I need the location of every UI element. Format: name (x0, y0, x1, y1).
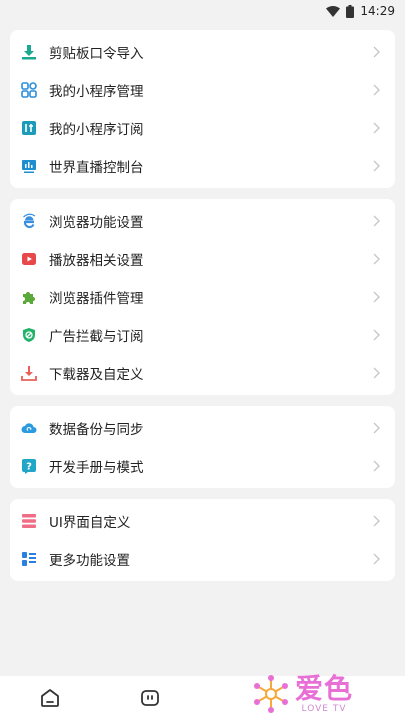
message-icon (141, 690, 159, 706)
settings-group-3: 数据备份与同步 ? 开发手册与模式 (10, 406, 395, 488)
settings-list: 剪贴板口令导入 我的小程序管理 我的小程序订阅 世界直播控制台 浏览器功能设置 … (0, 22, 405, 581)
menu-item-label: 播放器相关设置 (49, 253, 144, 269)
download-icon (20, 364, 38, 382)
status-time: 14:29 (360, 4, 395, 18)
shield-block-icon (20, 326, 38, 344)
chevron-right-icon (373, 84, 380, 96)
settings-group-1: 剪贴板口令导入 我的小程序管理 我的小程序订阅 世界直播控制台 (10, 30, 395, 188)
wifi-icon (326, 5, 341, 17)
help-question-icon: ? (20, 457, 38, 475)
menu-item-more-settings[interactable]: 更多功能设置 (10, 540, 395, 578)
home-icon (41, 689, 59, 707)
watermark-main: 爱色 (295, 672, 354, 705)
clipboard-import-icon (20, 43, 38, 61)
menu-item-plugin-manage[interactable]: 浏览器插件管理 (10, 278, 395, 316)
menu-item-browser-settings[interactable]: 浏览器功能设置 (10, 202, 395, 240)
chevron-right-icon (373, 291, 380, 303)
menu-item-downloader[interactable]: 下载器及自定义 (10, 354, 395, 392)
menu-item-label: 浏览器功能设置 (49, 215, 144, 231)
chevron-right-icon (373, 253, 380, 265)
snowflake-logo-icon (254, 675, 288, 713)
chevron-right-icon (373, 553, 380, 565)
menu-item-label: 世界直播控制台 (49, 160, 144, 176)
menu-item-label: 浏览器插件管理 (49, 291, 144, 307)
battery-icon (346, 4, 355, 18)
chevron-right-icon (373, 460, 380, 472)
settings-group-2: 浏览器功能设置 播放器相关设置 浏览器插件管理 广告拦截与订阅 下载器及自定义 (10, 199, 395, 395)
menu-item-label: 我的小程序管理 (49, 84, 144, 100)
cloud-sync-icon (20, 419, 38, 437)
menu-item-miniapp-subscribe[interactable]: 我的小程序订阅 (10, 109, 395, 147)
chevron-right-icon (373, 329, 380, 341)
chevron-right-icon (373, 122, 380, 134)
status-bar: 14:29 (0, 0, 405, 22)
menu-item-label: 开发手册与模式 (49, 460, 144, 476)
chevron-right-icon (373, 215, 380, 227)
chevron-right-icon (373, 46, 380, 58)
puzzle-plugin-icon (20, 288, 38, 306)
menu-item-player-settings[interactable]: 播放器相关设置 (10, 240, 395, 278)
menu-item-ui-customize[interactable]: UI界面自定义 (10, 502, 395, 540)
menu-item-label: 剪贴板口令导入 (49, 46, 144, 62)
watermark-sub: LOVE TV (301, 704, 347, 714)
menu-item-label: UI界面自定义 (49, 515, 131, 531)
menu-item-label: 我的小程序订阅 (49, 122, 144, 138)
more-settings-icon (20, 550, 38, 568)
tab-home[interactable] (0, 687, 100, 709)
chevron-right-icon (373, 422, 380, 434)
menu-item-label: 广告拦截与订阅 (49, 329, 144, 345)
menu-item-miniapp-manage[interactable]: 我的小程序管理 (10, 71, 395, 109)
chevron-right-icon (373, 160, 380, 172)
menu-item-adblock[interactable]: 广告拦截与订阅 (10, 316, 395, 354)
menu-item-label: 数据备份与同步 (49, 422, 144, 438)
browser-e-icon (20, 212, 38, 230)
ui-layers-icon (20, 512, 38, 530)
menu-item-label: 下载器及自定义 (49, 367, 144, 383)
chevron-right-icon (373, 515, 380, 527)
miniapp-grid-icon (20, 81, 38, 99)
menu-item-dev-manual[interactable]: ? 开发手册与模式 (10, 447, 395, 485)
watermark-text: 爱色 LOVE TV (295, 672, 354, 715)
svg-text:?: ? (26, 462, 32, 473)
tab-message[interactable] (100, 687, 200, 709)
menu-item-live-console[interactable]: 世界直播控制台 (10, 147, 395, 185)
player-icon (20, 250, 38, 268)
miniapp-subscribe-icon (20, 119, 38, 137)
menu-item-clipboard-import[interactable]: 剪贴板口令导入 (10, 33, 395, 71)
watermark-logo: 爱色 LOVE TV (251, 670, 391, 718)
chevron-right-icon (373, 367, 380, 379)
menu-item-backup-sync[interactable]: 数据备份与同步 (10, 409, 395, 447)
settings-group-4: UI界面自定义 更多功能设置 (10, 499, 395, 581)
live-console-icon (20, 157, 38, 175)
menu-item-label: 更多功能设置 (49, 553, 130, 569)
